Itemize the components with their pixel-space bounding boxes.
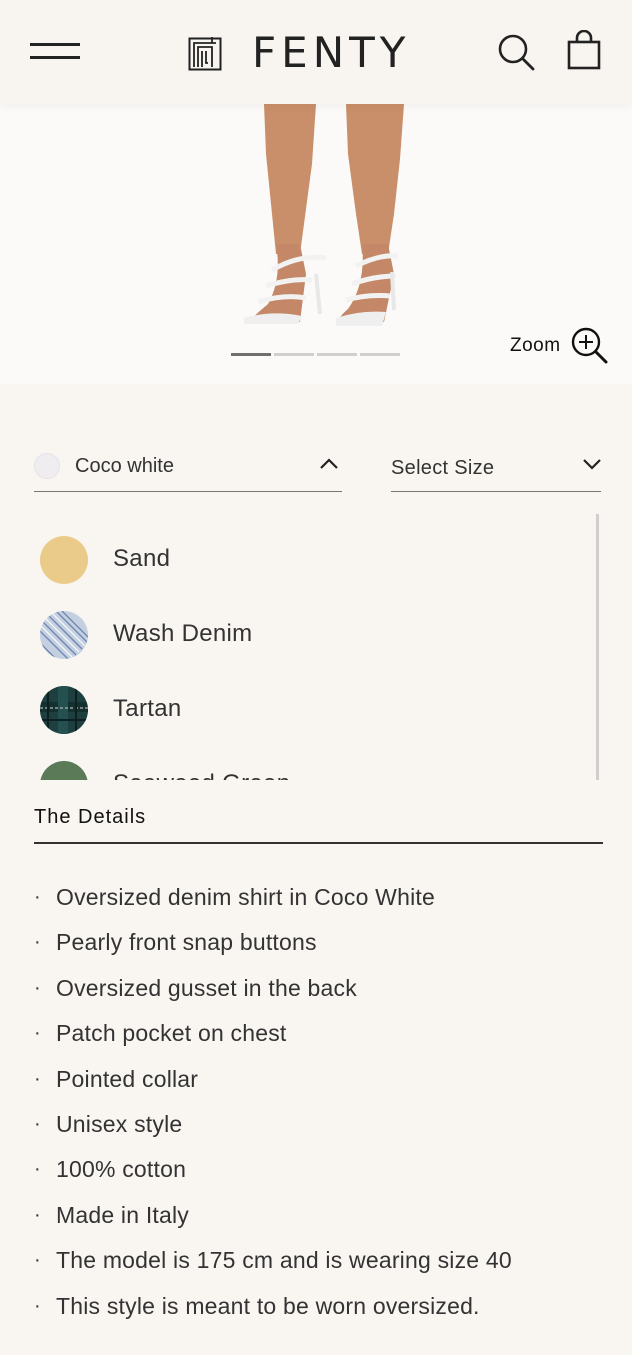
details-item: · Patch pocket on chest xyxy=(34,1020,287,1047)
sand-swatch xyxy=(40,536,88,584)
product-image-carousel[interactable]: Zoom xyxy=(0,104,632,384)
color-option-wash-denim[interactable]: Wash Denim xyxy=(40,603,560,663)
details-divider xyxy=(34,842,603,844)
search-icon[interactable] xyxy=(496,32,536,72)
color-option-label: Seaweed Green xyxy=(113,770,290,780)
details-item-text: Pearly front snap buttons xyxy=(56,929,317,956)
brand-wordmark[interactable]: FENTY xyxy=(252,28,410,78)
selected-color-label: Coco white xyxy=(75,455,174,477)
site-header: FENTY xyxy=(0,0,632,104)
brand-logo-icon[interactable] xyxy=(188,37,222,71)
carousel-dot-2[interactable] xyxy=(274,353,314,356)
color-option-sand[interactable]: Sand xyxy=(40,528,560,588)
details-item: · Pointed collar xyxy=(34,1065,199,1092)
color-options-list[interactable]: Sand Wash Denim Tartan xyxy=(0,514,632,780)
seaweed-green-swatch xyxy=(40,761,88,780)
details-item-text: Patch pocket on chest xyxy=(56,1020,287,1047)
carousel-dot-1[interactable] xyxy=(231,353,271,356)
size-select[interactable]: Select Size xyxy=(391,440,601,492)
details-item: · This style is meant to be worn oversize… xyxy=(34,1292,480,1319)
color-select[interactable]: Coco white xyxy=(34,440,342,492)
details-item: · The model is 175 cm and is wearing size… xyxy=(34,1247,512,1274)
color-option-label: Tartan xyxy=(113,695,182,722)
details-item-text: Oversized denim shirt in Coco White xyxy=(56,884,435,910)
color-option-seaweed-green[interactable]: Seaweed Green xyxy=(40,753,560,780)
wash-denim-swatch xyxy=(40,611,88,659)
tartan-swatch xyxy=(40,686,88,734)
color-option-label: Wash Denim xyxy=(113,620,253,647)
details-item: · Oversized denim shirt in Coco White xyxy=(34,884,435,910)
details-item-text: Made in Italy xyxy=(56,1201,189,1228)
zoom-label: Zoom xyxy=(510,335,561,356)
details-list: · Oversized denim shirt in Coco White · Pe… xyxy=(34,878,614,1332)
color-option-label: Sand xyxy=(113,545,171,572)
carousel-dot-3[interactable] xyxy=(317,353,357,356)
details-item-text: Oversized gusset in the back xyxy=(56,974,357,1001)
details-item: · Oversized gusset in the back xyxy=(34,974,357,1001)
size-select-placeholder: Select Size xyxy=(391,457,495,479)
color-option-tartan[interactable]: Tartan xyxy=(40,678,560,738)
details-item-text: Pointed collar xyxy=(56,1065,199,1092)
zoom-in-icon xyxy=(571,327,608,364)
color-list-scrollbar[interactable] xyxy=(596,514,599,780)
details-heading[interactable]: The Details xyxy=(34,806,146,829)
selected-color-swatch xyxy=(34,453,60,479)
details-item: · Made in Italy xyxy=(34,1201,189,1228)
details-item: · Pearly front snap buttons xyxy=(34,929,317,956)
details-item: · Unisex style xyxy=(34,1110,183,1137)
shopping-bag-icon[interactable] xyxy=(566,30,602,70)
chevron-down-icon xyxy=(583,459,601,470)
details-item-text: Unisex style xyxy=(56,1110,183,1137)
chevron-up-icon xyxy=(320,458,338,469)
carousel-indicator xyxy=(231,353,400,356)
product-options: Coco white Select Size xyxy=(0,440,632,496)
details-item-text: The model is 175 cm and is wearing size … xyxy=(56,1247,512,1274)
zoom-button[interactable]: Zoom xyxy=(510,327,609,364)
carousel-dot-4[interactable] xyxy=(360,353,400,356)
hamburger-menu-icon[interactable] xyxy=(30,40,82,64)
details-item-text: 100% cotton xyxy=(56,1156,187,1183)
details-item: · 100% cotton xyxy=(34,1156,187,1183)
details-item-text: This style is meant to be worn oversized… xyxy=(56,1292,480,1319)
